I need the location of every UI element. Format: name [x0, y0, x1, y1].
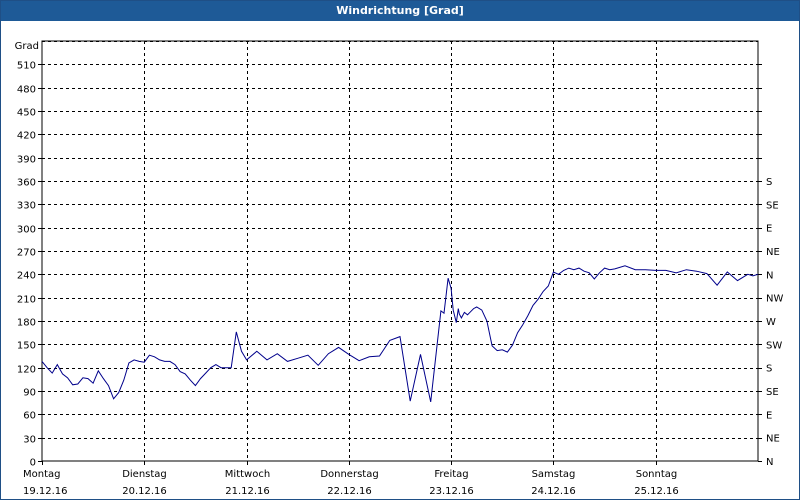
- right-axis-label: SW: [766, 340, 782, 351]
- x-tick-label-day: Freitag: [434, 469, 468, 480]
- y-tick-label: 210: [17, 295, 36, 306]
- y-tick-label: 60: [23, 411, 36, 422]
- y-tick-label: 330: [17, 201, 36, 212]
- right-axis-label: NE: [766, 247, 780, 258]
- y-axis-label: Grad: [15, 41, 39, 52]
- y-tick-label: 420: [17, 131, 36, 142]
- y-tick-label: 0: [30, 458, 36, 469]
- line-chart: 0 30 60 90 120 150 180 210 240 270 300 330 360 390 420…: [15, 40, 783, 497]
- y-tick-label: 90: [23, 388, 36, 399]
- x-tick-label-day: Mittwoch: [225, 469, 270, 480]
- x-tick-label-day: Donnerstag: [320, 469, 378, 480]
- y-tick-label: 480: [17, 85, 36, 96]
- x-tick-label-date: 23.12.16: [429, 486, 474, 497]
- x-tick-label-day: Sonntag: [636, 469, 678, 480]
- right-axis-label: W: [766, 317, 776, 328]
- right-axis-label: SE: [766, 387, 779, 398]
- y-tick-label: 360: [17, 178, 36, 189]
- x-tick-label-day: Samstag: [532, 469, 576, 480]
- y-tick-label: 180: [17, 318, 36, 329]
- right-axis-label: N: [766, 457, 773, 468]
- y-tick-label: 510: [17, 61, 36, 72]
- y-tick-label: 450: [17, 108, 36, 119]
- x-tick-label-date: 19.12.16: [23, 486, 68, 497]
- x-tick-label-date: 20.12.16: [122, 486, 167, 497]
- y-tick-label: 240: [17, 271, 36, 282]
- right-axis-label: NW: [766, 294, 783, 305]
- y-tick-label: 120: [17, 365, 36, 376]
- y-tick-label: 300: [17, 225, 36, 236]
- y-tick-label: 390: [17, 155, 36, 166]
- right-axis-label: NE: [766, 434, 780, 445]
- y-tick-label: 30: [23, 435, 36, 446]
- right-axis-label: N: [766, 270, 773, 281]
- right-axis-label: E: [766, 410, 772, 421]
- right-axis-label: E: [766, 224, 772, 235]
- x-tick-label-date: 24.12.16: [531, 486, 576, 497]
- right-axis-label: S: [766, 177, 772, 188]
- x-tick-label-day: Montag: [23, 469, 60, 480]
- right-axis-label: SE: [766, 200, 779, 211]
- x-tick-label-day: Dienstag: [122, 469, 167, 480]
- x-tick-label-date: 22.12.16: [327, 486, 372, 497]
- x-tick-label-date: 21.12.16: [225, 486, 270, 497]
- chart-window: Windrichtung [Grad] 0 30 60 90 120 150 180 210 2…: [0, 0, 800, 500]
- y-tick-label: 270: [17, 248, 36, 259]
- series-line: [41, 265, 759, 403]
- x-tick-label-date: 25.12.16: [634, 486, 679, 497]
- right-axis-label: S: [766, 364, 772, 375]
- y-tick-label: 150: [17, 341, 36, 352]
